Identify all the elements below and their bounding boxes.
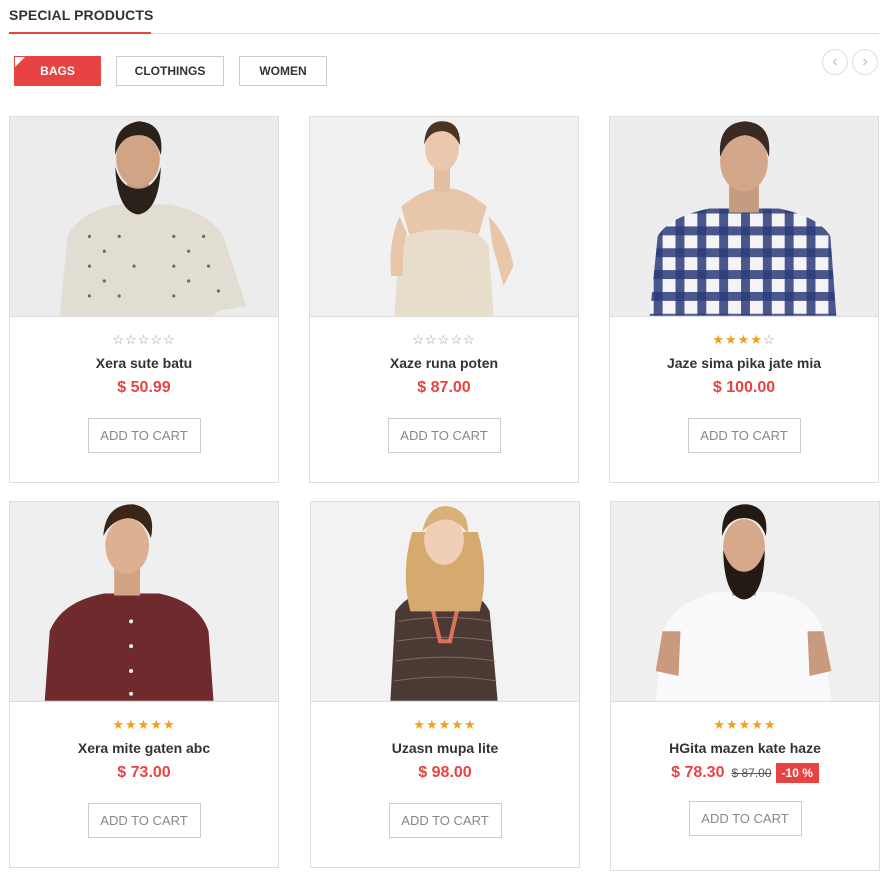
tab-label: BAGS xyxy=(40,64,75,78)
star-icon: ★ xyxy=(712,332,726,347)
add-to-cart-button[interactable]: ADD TO CART xyxy=(387,418,501,453)
tab-bags[interactable]: BAGS xyxy=(14,56,101,86)
product-name[interactable]: Xaze runa poten xyxy=(310,355,578,371)
product-name[interactable]: Uzasn mupa lite xyxy=(311,740,579,756)
star-icon: ★ xyxy=(162,717,176,732)
man-plaid-shirt-photo xyxy=(610,117,878,316)
product-image[interactable] xyxy=(311,502,579,702)
product-price: $ 73.00 xyxy=(117,764,171,781)
product-image[interactable] xyxy=(610,117,878,317)
section-title: SPECIAL PRODUCTS xyxy=(9,7,154,23)
tab-clothings[interactable]: CLOTHINGS xyxy=(116,56,224,86)
star-icon: ★ xyxy=(438,717,452,732)
chevron-right-icon: › xyxy=(862,53,868,70)
product-card: ☆☆☆☆☆ Xaze runa poten $ 87.00 ADD TO CAR… xyxy=(309,116,579,483)
product-price: $ 50.99 xyxy=(117,379,171,396)
tab-corner-decoration xyxy=(15,57,25,67)
tab-women[interactable]: WOMEN xyxy=(239,56,327,86)
star-icon: ☆ xyxy=(137,332,151,347)
star-icon: ☆ xyxy=(462,332,476,347)
tab-label: CLOTHINGS xyxy=(134,64,206,78)
product-card: ☆☆☆☆☆ Xera sute batu $ 50.99 ADD TO CART xyxy=(9,116,279,483)
star-icon: ★ xyxy=(713,717,727,732)
product-card: ★★★★★ Uzasn mupa lite $ 98.00 ADD TO CAR… xyxy=(310,501,580,868)
star-icon: ☆ xyxy=(450,332,463,347)
star-icon: ☆ xyxy=(762,332,776,347)
star-icon: ☆ xyxy=(437,332,451,347)
product-card: ★★★★★ HGita mazen kate haze $ 78.30 $ 87… xyxy=(610,501,880,871)
product-name[interactable]: Xera mite gaten abc xyxy=(10,740,278,756)
rating-stars: ★★★★★ xyxy=(611,718,879,732)
discount-badge: -10 % xyxy=(775,763,819,783)
category-tabs: BAGS CLOTHINGS WOMEN xyxy=(14,56,342,86)
star-icon: ★ xyxy=(751,717,764,732)
add-to-cart-button[interactable]: ADD TO CART xyxy=(688,801,802,836)
product-card: ★★★★☆ Jaze sima pika jate mia $ 100.00 A… xyxy=(609,116,879,483)
star-icon: ☆ xyxy=(162,332,176,347)
star-icon: ★ xyxy=(737,332,751,347)
rating-stars: ★★★★★ xyxy=(10,718,278,732)
star-icon: ★ xyxy=(125,717,138,732)
star-icon: ☆ xyxy=(125,332,138,347)
star-icon: ☆ xyxy=(150,332,163,347)
woman-strapless-dress-photo xyxy=(310,117,578,316)
product-price: $ 100.00 xyxy=(712,379,776,396)
add-to-cart-button[interactable]: ADD TO CART xyxy=(388,803,502,838)
product-name[interactable]: Xera sute batu xyxy=(10,355,278,371)
rating-stars: ★★★★☆ xyxy=(610,333,878,347)
star-icon: ★ xyxy=(750,332,763,347)
star-icon: ★ xyxy=(725,332,738,347)
add-to-cart-button[interactable]: ADD TO CART xyxy=(687,418,801,453)
product-name[interactable]: Jaze sima pika jate mia xyxy=(610,355,878,371)
star-icon: ☆ xyxy=(412,332,426,347)
product-image[interactable] xyxy=(10,117,278,317)
product-image[interactable] xyxy=(611,502,879,702)
star-icon: ☆ xyxy=(112,332,126,347)
product-price: $ 87.00 xyxy=(417,379,471,396)
woman-lace-dress-photo xyxy=(311,502,579,701)
star-icon: ★ xyxy=(763,717,777,732)
man-maroon-shirt-photo xyxy=(10,502,278,701)
star-icon: ★ xyxy=(726,717,739,732)
star-icon: ★ xyxy=(451,717,464,732)
product-price: $ 98.00 xyxy=(418,764,472,781)
star-icon: ★ xyxy=(112,717,126,732)
section-header: SPECIAL PRODUCTS xyxy=(9,0,879,34)
product-name[interactable]: HGita mazen kate haze xyxy=(611,740,879,756)
star-icon: ★ xyxy=(426,717,439,732)
rating-stars: ☆☆☆☆☆ xyxy=(10,333,278,347)
chevron-left-icon: ‹ xyxy=(832,53,838,70)
old-price: $ 87.00 xyxy=(731,766,772,780)
star-icon: ★ xyxy=(150,717,163,732)
star-icon: ★ xyxy=(738,717,752,732)
tab-label: WOMEN xyxy=(259,64,307,78)
rating-stars: ☆☆☆☆☆ xyxy=(310,333,578,347)
star-icon: ★ xyxy=(413,717,427,732)
star-icon: ★ xyxy=(137,717,151,732)
add-to-cart-button[interactable]: ADD TO CART xyxy=(87,418,201,453)
star-icon: ☆ xyxy=(425,332,438,347)
rating-stars: ★★★★★ xyxy=(311,718,579,732)
title-underline xyxy=(9,32,151,34)
product-image[interactable] xyxy=(310,117,578,317)
man-polka-shirt-photo xyxy=(10,117,278,316)
next-button[interactable]: › xyxy=(852,49,878,75)
star-icon: ★ xyxy=(463,717,477,732)
product-price: $ 78.30 xyxy=(671,764,725,781)
product-card: ★★★★★ Xera mite gaten abc $ 73.00 ADD TO… xyxy=(9,501,279,868)
prev-button[interactable]: ‹ xyxy=(822,49,848,75)
man-white-shirt-photo xyxy=(611,502,879,701)
add-to-cart-button[interactable]: ADD TO CART xyxy=(87,803,201,838)
product-image[interactable] xyxy=(10,502,278,702)
